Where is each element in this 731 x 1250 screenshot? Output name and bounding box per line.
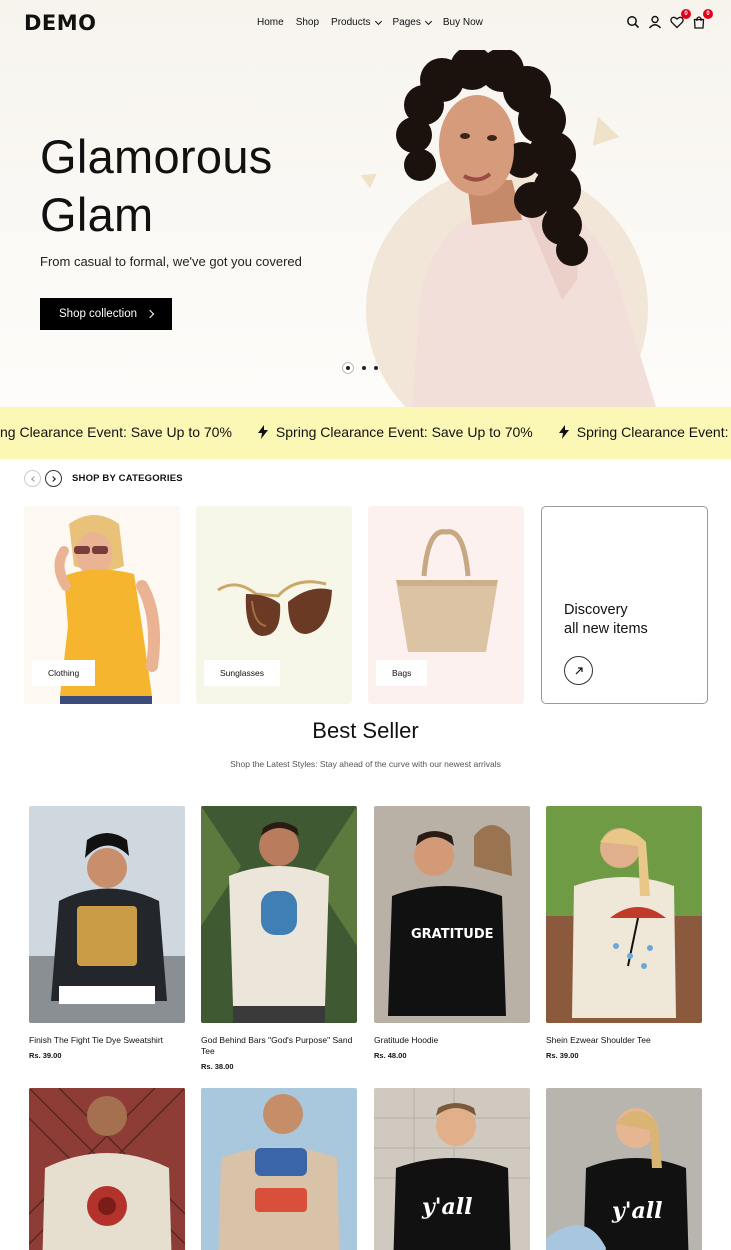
marquee-item: ng Clearance Event: Save Up to 70% — [0, 424, 232, 440]
discover-text: Discovery all new items — [564, 602, 648, 637]
svg-text:y'all: y'all — [421, 1194, 473, 1220]
marquee-track: ng Clearance Event: Save Up to 70% Sprin… — [0, 424, 731, 440]
categories-title: SHOP BY CATEGORIES — [72, 473, 183, 484]
slider-dots — [342, 362, 378, 374]
nav-products[interactable]: Products — [331, 17, 382, 28]
site-logo[interactable]: DEMO — [24, 11, 97, 35]
chevron-left-icon — [30, 475, 37, 482]
product-image: y'all — [546, 1088, 702, 1250]
cart-count-badge: 0 — [703, 9, 713, 19]
svg-text:y'all: y'all — [611, 1198, 663, 1224]
category-label-sunglasses: Sunglasses — [204, 660, 280, 686]
marquee-text: Spring Clearance Event: Save Up to 70% — [576, 424, 731, 440]
product-price: Rs. 38.00 — [201, 1062, 234, 1071]
nav-pages-label: Pages — [392, 17, 421, 28]
product-card[interactable]: GRATITUDE Gratitude Hoodie Rs. 48.00 — [374, 806, 530, 1060]
marquee-item: Spring Clearance Event: Save Up to 70% — [257, 424, 533, 440]
product-card[interactable]: Finish The Fight Tie Dye Sweatshirt Rs. … — [29, 806, 185, 1060]
hero-title-line-1: Glamorous — [40, 130, 273, 183]
cart-icon[interactable]: 0 — [692, 9, 713, 29]
hero-title: Glamorous Glam — [40, 128, 273, 244]
marquee-item: Spring Clearance Event: Save Up to 70% — [558, 424, 731, 440]
nav-buy-now-label: Buy Now — [442, 17, 483, 28]
product-card[interactable]: y'all — [546, 1088, 702, 1250]
category-card-sunglasses[interactable]: Sunglasses — [196, 506, 352, 704]
category-card-bags[interactable]: Bags — [368, 506, 524, 704]
nav-home[interactable]: Home — [257, 17, 284, 28]
product-price: Rs. 48.00 — [374, 1051, 407, 1060]
discover-new-items-card[interactable]: Discovery all new items — [541, 506, 708, 704]
lightning-icon — [558, 425, 569, 439]
hero-title-line-2: Glam — [40, 188, 154, 241]
shop-collection-label: Shop collection — [59, 308, 137, 320]
svg-text:GRATITUDE: GRATITUDE — [411, 927, 494, 942]
hero-subtitle: From casual to formal, we've got you cov… — [40, 254, 302, 269]
shop-collection-button[interactable]: Shop collection — [40, 298, 172, 330]
marquee-text: Spring Clearance Event: Save Up to 70% — [275, 424, 533, 440]
chevron-down-icon — [374, 17, 382, 25]
chevron-right-icon — [49, 475, 56, 482]
promo-marquee: ng Clearance Event: Save Up to 70% Sprin… — [0, 407, 731, 459]
nav-home-label: Home — [257, 17, 284, 28]
product-image — [201, 1088, 357, 1250]
product-card[interactable]: y'all — [374, 1088, 530, 1250]
categories-prev-button[interactable] — [24, 470, 41, 487]
product-name[interactable]: Gratitude Hoodie — [374, 1035, 530, 1046]
header-icons: 0 0 — [626, 9, 713, 29]
user-icon[interactable] — [648, 15, 662, 29]
wishlist-count-badge: 0 — [681, 9, 691, 19]
product-price: Rs. 39.00 — [546, 1051, 579, 1060]
lightning-icon — [257, 425, 268, 439]
product-image: y'all — [374, 1088, 530, 1250]
category-label-clothing: Clothing — [32, 660, 96, 686]
best-seller-title: Best Seller — [312, 718, 419, 743]
search-icon[interactable] — [626, 15, 640, 29]
product-image: GRATITUDE — [374, 806, 530, 1023]
categories-next-button[interactable] — [45, 470, 62, 487]
product-card[interactable] — [29, 1088, 185, 1250]
hero-model-image — [396, 50, 657, 407]
nav-products-label: Products — [331, 17, 371, 28]
product-card[interactable] — [201, 1088, 357, 1250]
product-price: Rs. 39.00 — [29, 1051, 62, 1060]
product-name[interactable]: Shein Ezwear Shoulder Tee — [546, 1035, 702, 1046]
marquee-text: ng Clearance Event: Save Up to 70% — [0, 424, 232, 440]
nav-pages[interactable]: Pages — [392, 17, 432, 28]
main-nav: Home Shop Products Pages Buy Now — [257, 17, 483, 28]
best-seller-subtitle: Shop the Latest Styles: Stay ahead of th… — [230, 759, 501, 769]
product-image — [546, 806, 702, 1023]
product-image — [29, 806, 185, 1023]
product-image — [201, 806, 357, 1023]
heart-icon[interactable]: 0 — [670, 9, 691, 29]
category-card-clothing[interactable]: Clothing — [24, 506, 180, 704]
nav-buy-now[interactable]: Buy Now — [443, 17, 483, 28]
product-image — [29, 1088, 185, 1250]
nav-shop[interactable]: Shop — [296, 17, 319, 28]
chevron-down-icon — [424, 17, 432, 25]
category-label-bags: Bags — [376, 660, 428, 686]
arrow-up-right-icon — [564, 656, 593, 685]
chevron-right-icon — [145, 309, 155, 319]
slider-dot-3[interactable] — [374, 366, 378, 370]
slider-dot-1[interactable] — [342, 362, 354, 374]
nav-shop-label: Shop — [295, 17, 320, 28]
categories-header: SHOP BY CATEGORIES — [24, 470, 183, 487]
slider-dot-2[interactable] — [362, 366, 366, 370]
product-card[interactable]: Shein Ezwear Shoulder Tee Rs. 39.00 — [546, 806, 702, 1060]
site-header: DEMO Home Shop Products Pages Buy Now 0 … — [0, 0, 731, 46]
product-name[interactable]: Finish The Fight Tie Dye Sweatshirt — [29, 1035, 185, 1046]
product-card[interactable]: God Behind Bars "God's Purpose" Sand Tee… — [201, 806, 357, 1071]
product-name[interactable]: God Behind Bars "God's Purpose" Sand Tee — [201, 1035, 357, 1057]
